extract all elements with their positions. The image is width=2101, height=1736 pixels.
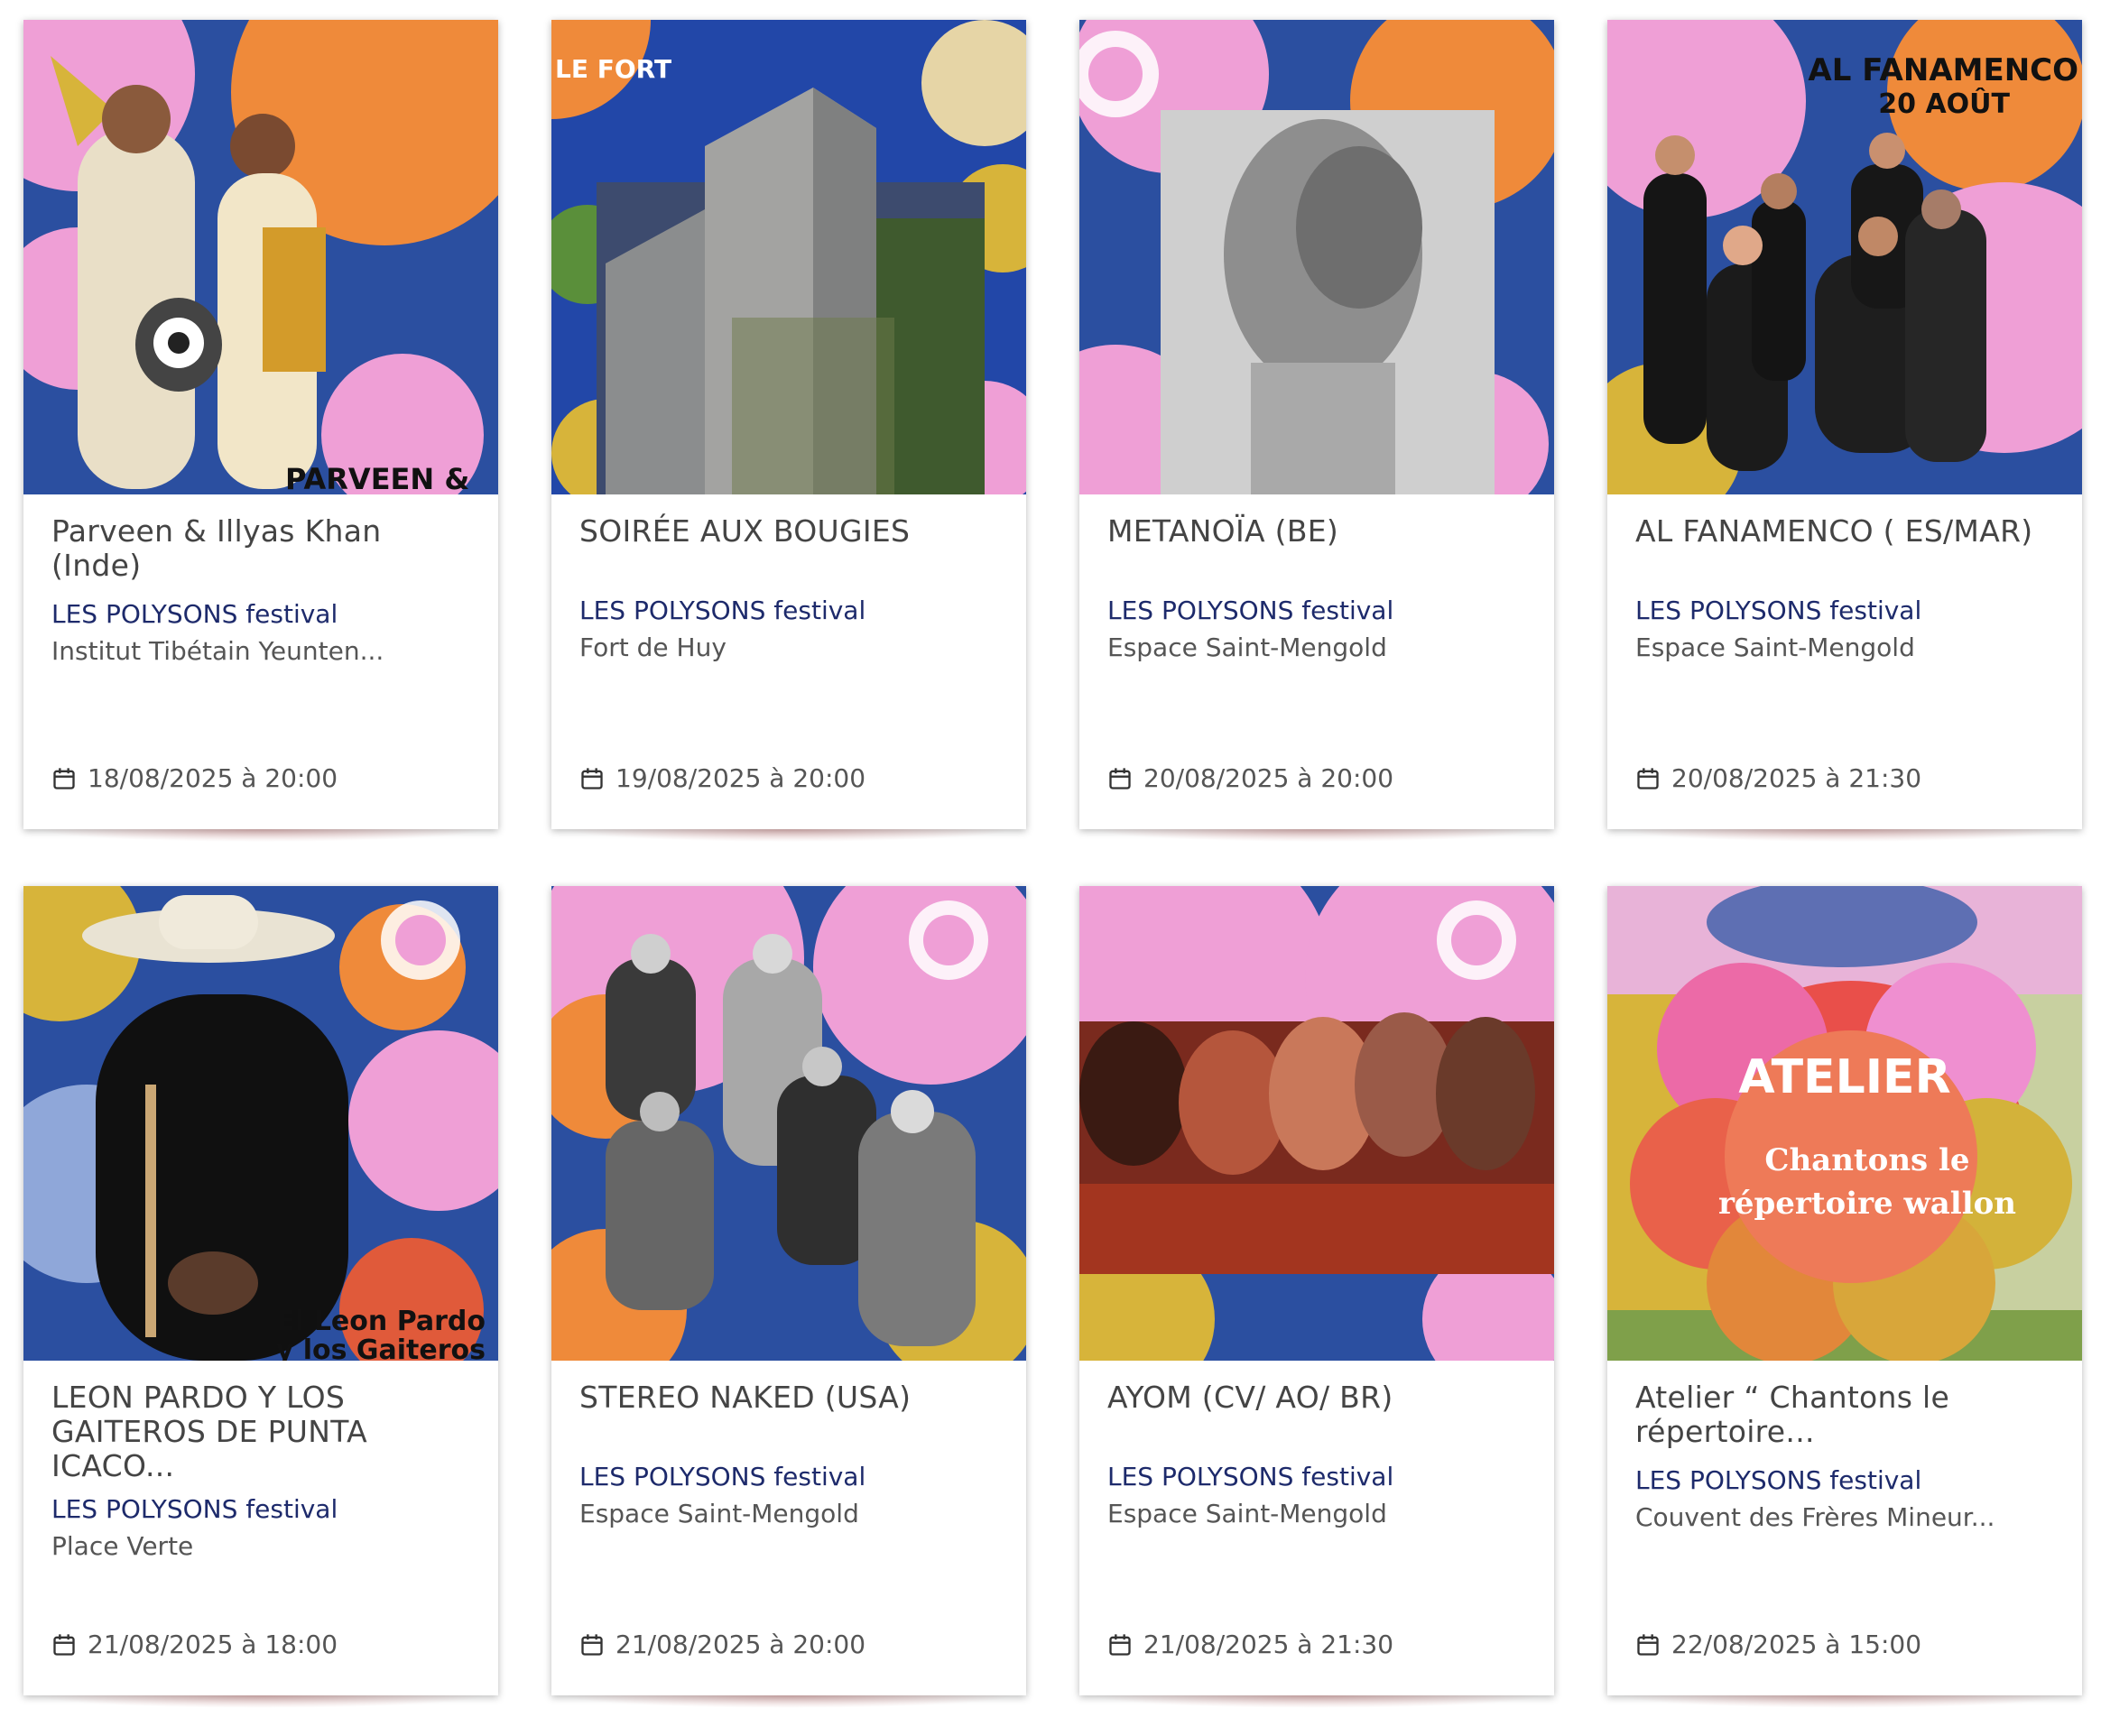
calendar-icon bbox=[53, 1633, 75, 1656]
event-date: 18/08/2025 à 20:00 bbox=[51, 763, 338, 793]
event-organizer[interactable]: LES POLYSONS festival bbox=[51, 1494, 477, 1524]
event-image[interactable]: ATELIER Chantons le répertoire wallon bbox=[1607, 886, 2082, 1361]
event-card[interactable]: LE FORT SOIRÉE AUX BOUGIES LES POLYSONS … bbox=[551, 20, 1026, 842]
calendar-icon bbox=[581, 1633, 603, 1656]
event-date-text: 19/08/2025 à 20:00 bbox=[615, 763, 866, 793]
event-title[interactable]: AL FANAMENCO ( ES/MAR) bbox=[1635, 514, 2060, 549]
poster-subtext: Chantons le répertoire wallon bbox=[1717, 1142, 2017, 1222]
poster-artwork bbox=[1079, 20, 1554, 494]
event-date: 20/08/2025 à 20:00 bbox=[1107, 763, 1393, 793]
event-organizer[interactable]: LES POLYSONS festival bbox=[1107, 1462, 1532, 1491]
event-date-text: 20/08/2025 à 20:00 bbox=[1143, 763, 1394, 793]
poster-artwork bbox=[23, 20, 498, 494]
poster-text: El Leon Pardo bbox=[276, 1306, 486, 1337]
poster-artwork bbox=[23, 886, 498, 1361]
event-organizer[interactable]: LES POLYSONS festival bbox=[1635, 596, 2060, 625]
calendar-icon bbox=[1637, 1633, 1659, 1656]
poster-artwork bbox=[1607, 886, 2082, 1361]
event-date-text: 21/08/2025 à 20:00 bbox=[615, 1630, 866, 1659]
event-organizer[interactable]: LES POLYSONS festival bbox=[1635, 1465, 2060, 1495]
event-date-text: 18/08/2025 à 20:00 bbox=[88, 763, 338, 793]
event-organizer[interactable]: LES POLYSONS festival bbox=[1107, 596, 1532, 625]
poster-subtext: y los Gaiteros bbox=[275, 1334, 486, 1361]
event-title[interactable]: STEREO NAKED (USA) bbox=[579, 1380, 1004, 1415]
event-venue: Couvent des Frères Mineur... bbox=[1635, 1502, 1995, 1532]
event-date: 22/08/2025 à 15:00 bbox=[1635, 1630, 1921, 1659]
event-venue: Institut Tibétain Yeunten... bbox=[51, 636, 384, 666]
event-date: 21/08/2025 à 20:00 bbox=[579, 1630, 865, 1659]
event-card[interactable]: STEREO NAKED (USA) LES POLYSONS festival… bbox=[551, 886, 1026, 1708]
event-card[interactable]: METANOÏA (BE) LES POLYSONS festival Espa… bbox=[1079, 20, 1554, 842]
event-organizer[interactable]: LES POLYSONS festival bbox=[579, 1462, 1004, 1491]
poster-text: AL FANAMENCO bbox=[1808, 52, 2078, 88]
event-venue: Espace Saint-Mengold bbox=[1635, 633, 1915, 662]
poster-text: LE FORT bbox=[555, 54, 672, 84]
event-organizer[interactable]: LES POLYSONS festival bbox=[579, 596, 1004, 625]
event-title[interactable]: METANOÏA (BE) bbox=[1107, 514, 1532, 549]
event-image[interactable]: El Leon Pardo y los Gaiteros bbox=[23, 886, 498, 1361]
event-title[interactable]: AYOM (CV/ AO/ BR) bbox=[1107, 1380, 1532, 1415]
event-organizer[interactable]: LES POLYSONS festival bbox=[51, 599, 477, 629]
calendar-icon bbox=[53, 767, 75, 790]
event-date: 20/08/2025 à 21:30 bbox=[1635, 763, 1921, 793]
event-image[interactable] bbox=[1079, 20, 1554, 494]
event-date: 21/08/2025 à 18:00 bbox=[51, 1630, 338, 1659]
event-venue: Espace Saint-Mengold bbox=[579, 1499, 859, 1528]
event-card[interactable]: PARVEEN & Parveen & Illyas Khan (Inde) L… bbox=[23, 20, 498, 842]
event-date: 21/08/2025 à 21:30 bbox=[1107, 1630, 1393, 1659]
event-venue: Fort de Huy bbox=[579, 633, 727, 662]
event-image[interactable]: LE FORT bbox=[551, 20, 1026, 494]
event-title[interactable]: SOIRÉE AUX BOUGIES bbox=[579, 514, 1004, 549]
poster-artwork bbox=[1079, 886, 1554, 1361]
poster-artwork bbox=[551, 886, 1026, 1361]
event-venue: Espace Saint-Mengold bbox=[1107, 633, 1387, 662]
event-image[interactable]: PARVEEN & bbox=[23, 20, 498, 494]
poster-text: PARVEEN & bbox=[285, 462, 470, 494]
event-date-text: 21/08/2025 à 18:00 bbox=[88, 1630, 338, 1659]
event-date-text: 20/08/2025 à 21:30 bbox=[1671, 763, 1922, 793]
event-card[interactable]: AYOM (CV/ AO/ BR) LES POLYSONS festival … bbox=[1079, 886, 1554, 1708]
calendar-icon bbox=[1109, 1633, 1131, 1656]
event-image[interactable] bbox=[1079, 886, 1554, 1361]
event-title[interactable]: Parveen & Illyas Khan (Inde) bbox=[51, 514, 477, 583]
event-date-text: 21/08/2025 à 21:30 bbox=[1143, 1630, 1394, 1659]
event-card[interactable]: El Leon Pardo y los Gaiteros LEON PARDO … bbox=[23, 886, 498, 1708]
calendar-icon bbox=[1637, 767, 1659, 790]
event-title[interactable]: Atelier “ Chantons le répertoire... bbox=[1635, 1380, 2060, 1449]
event-date: 19/08/2025 à 20:00 bbox=[579, 763, 865, 793]
event-image[interactable] bbox=[551, 886, 1026, 1361]
poster-artwork bbox=[551, 20, 1026, 494]
event-card[interactable]: ATELIER Chantons le répertoire wallon At… bbox=[1607, 886, 2082, 1708]
event-image[interactable]: AL FANAMENCO 20 AOÛT bbox=[1607, 20, 2082, 494]
calendar-icon bbox=[1109, 767, 1131, 790]
calendar-icon bbox=[581, 767, 603, 790]
event-title[interactable]: LEON PARDO Y LOS GAITEROS DE PUNTA ICACO… bbox=[51, 1380, 477, 1483]
poster-text: ATELIER bbox=[1738, 1050, 1951, 1104]
poster-artwork bbox=[1607, 20, 2082, 494]
event-date-text: 22/08/2025 à 15:00 bbox=[1671, 1630, 1922, 1659]
poster-subtext: 20 AOÛT bbox=[1878, 88, 2010, 120]
event-card[interactable]: AL FANAMENCO 20 AOÛT AL FANAMENCO ( ES/M… bbox=[1607, 20, 2082, 842]
event-grid: PARVEEN & Parveen & Illyas Khan (Inde) L… bbox=[0, 0, 2101, 1736]
event-venue: Place Verte bbox=[51, 1531, 194, 1561]
event-venue: Espace Saint-Mengold bbox=[1107, 1499, 1387, 1528]
